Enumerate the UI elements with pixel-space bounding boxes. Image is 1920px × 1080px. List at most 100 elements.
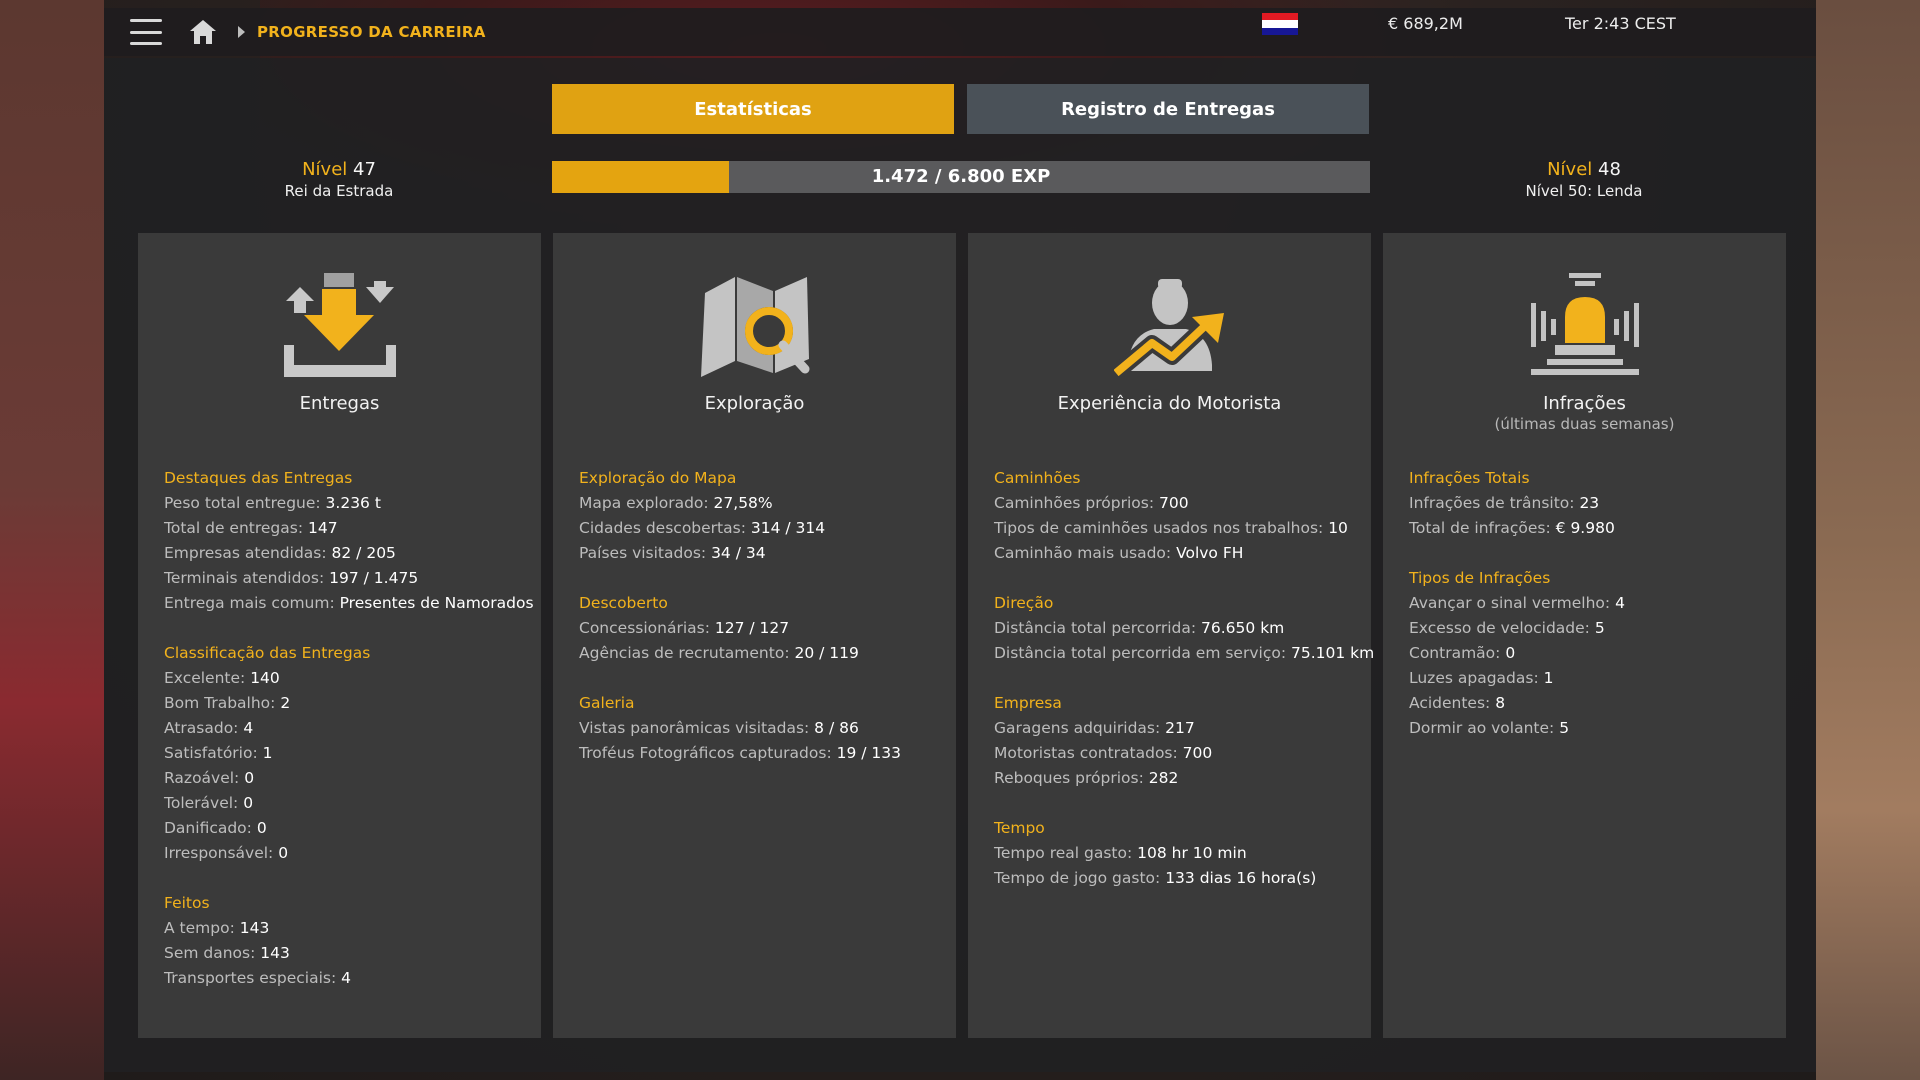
delivery-icon bbox=[283, 273, 396, 377]
menu-icon[interactable] bbox=[130, 19, 162, 45]
stat-label: Entrega mais comum: bbox=[164, 594, 340, 612]
stat-label: Contramão: bbox=[1409, 644, 1506, 662]
stat-value: 140 bbox=[250, 669, 280, 687]
stat-value: 143 bbox=[260, 944, 290, 962]
section-title: Empresa bbox=[994, 694, 1062, 712]
stat-row: Terminais atendidos: 197 / 1.475 bbox=[164, 566, 533, 591]
tab-statistics[interactable]: Estatísticas bbox=[552, 84, 954, 134]
home-icon[interactable] bbox=[188, 18, 218, 46]
tab-delivery-log[interactable]: Registro de Entregas bbox=[967, 84, 1369, 134]
stat-label: Troféus Fotográficos capturados: bbox=[579, 744, 837, 762]
stat-row: Sem danos: 143 bbox=[164, 941, 533, 966]
section-title: Feitos bbox=[164, 894, 210, 912]
stat-value: 5 bbox=[1594, 619, 1605, 637]
breadcrumb-chevron-icon bbox=[238, 26, 245, 38]
stat-row: Dormir ao volante: 5 bbox=[1409, 716, 1778, 741]
stat-row: Atrasado: 4 bbox=[164, 716, 533, 741]
stat-row: Danificado: 0 bbox=[164, 816, 533, 841]
stat-label: Excesso de velocidade: bbox=[1409, 619, 1595, 637]
stat-label: Distância total percorrida: bbox=[994, 619, 1202, 637]
siren-icon bbox=[1530, 273, 1639, 375]
section-title: Destaques das Entregas bbox=[164, 469, 353, 487]
stat-label: Países visitados: bbox=[579, 544, 712, 562]
stat-value: 282 bbox=[1148, 769, 1179, 787]
stat-row: Transportes especiais: 4 bbox=[164, 966, 533, 991]
breadcrumb[interactable]: PROGRESSO DA CARREIRA bbox=[257, 23, 486, 41]
panel-title: Experiência do Motorista bbox=[1057, 393, 1282, 414]
section-title: Infrações Totais bbox=[1409, 469, 1530, 487]
stat-value: 20 / 119 bbox=[794, 644, 859, 662]
stat-label: Garagens adquiridas: bbox=[994, 719, 1166, 737]
stat-label: Peso total entregue: bbox=[164, 494, 326, 512]
panel-subtitle: (últimas duas semanas) bbox=[1494, 415, 1675, 433]
stat-value: 197 / 1.475 bbox=[329, 569, 419, 587]
stat-label: Cidades descobertas: bbox=[579, 519, 751, 537]
next-level-label: Nível bbox=[1547, 159, 1593, 180]
current-level-label: Nível bbox=[302, 159, 348, 180]
stat-value: € 9.980 bbox=[1555, 519, 1615, 537]
stat-row: Avançar o sinal vermelho: 4 bbox=[1409, 591, 1778, 616]
stat-value: 19 / 133 bbox=[836, 744, 901, 762]
section-title: Descoberto bbox=[579, 594, 668, 612]
stat-value: 0 bbox=[278, 844, 289, 862]
stat-row: Luzes apagadas: 1 bbox=[1409, 666, 1778, 691]
stat-label: Caminhões próprios: bbox=[994, 494, 1159, 512]
stat-value: 75.101 km bbox=[1290, 644, 1375, 662]
game-clock: Ter 2:43 CEST bbox=[1565, 14, 1676, 33]
xp-progress-bar: 1.472 / 6.800 EXP bbox=[552, 161, 1370, 193]
stat-value: 8 bbox=[1495, 694, 1506, 712]
panel-title: Infrações bbox=[1543, 393, 1626, 414]
stat-label: Tolerável: bbox=[164, 794, 244, 812]
stat-value: 0 bbox=[1505, 644, 1516, 662]
xp-progress-text: 1.472 / 6.800 EXP bbox=[871, 166, 1051, 187]
map-search-icon bbox=[700, 277, 809, 377]
stat-value: 4 bbox=[341, 969, 351, 987]
stat-row: Bom Trabalho: 2 bbox=[164, 691, 533, 716]
stat-label: Reboques próprios: bbox=[994, 769, 1149, 787]
stat-row: Empresas atendidas: 82 / 205 bbox=[164, 541, 533, 566]
stat-value: 133 dias 16 hora(s) bbox=[1165, 869, 1317, 887]
stat-value: 3.236 t bbox=[325, 494, 381, 512]
stat-row: Troféus Fotográficos capturados: 19 / 13… bbox=[579, 741, 948, 766]
stat-value: 76.650 km bbox=[1201, 619, 1285, 637]
background-right bbox=[1816, 0, 1920, 1080]
stat-row: Satisfatório: 1 bbox=[164, 741, 533, 766]
stat-label: Sem danos: bbox=[164, 944, 261, 962]
stat-value: 0 bbox=[256, 819, 267, 837]
stat-row: Infrações de trânsito: 23 bbox=[1409, 491, 1778, 516]
stat-row: Irresponsável: 0 bbox=[164, 841, 533, 866]
panel-title: Exploração bbox=[704, 393, 805, 414]
next-level-title: Nível 50: Lenda bbox=[1525, 182, 1643, 200]
stat-row: Mapa explorado: 27,58% bbox=[579, 491, 948, 516]
stat-row: Caminhão mais usado: Volvo FH bbox=[994, 541, 1363, 566]
stat-value: 23 bbox=[1579, 494, 1600, 512]
stat-value: 4 bbox=[243, 719, 254, 737]
section-title: Galeria bbox=[579, 694, 635, 712]
stat-row: Total de infrações: € 9.980 bbox=[1409, 516, 1778, 541]
stat-value: 34 / 34 bbox=[711, 544, 766, 562]
stat-value: 108 hr 10 min bbox=[1137, 844, 1247, 862]
stat-label: Transportes especiais: bbox=[164, 969, 342, 987]
stat-row: Distância total percorrida: 76.650 km bbox=[994, 616, 1363, 641]
stat-row: Garagens adquiridas: 217 bbox=[994, 716, 1363, 741]
stat-value: 27,58% bbox=[713, 494, 773, 512]
stat-value: 5 bbox=[1559, 719, 1570, 737]
driver-experience-panel: Experiência do Motorista Caminhões Camin… bbox=[968, 233, 1375, 1038]
stat-value: 143 bbox=[239, 919, 270, 937]
stat-value: 0 bbox=[243, 794, 254, 812]
stat-value: 82 / 205 bbox=[331, 544, 396, 562]
stat-label: Atrasado: bbox=[164, 719, 244, 737]
stat-value: 217 bbox=[1165, 719, 1195, 737]
panel-title: Entregas bbox=[299, 393, 380, 414]
stat-row: Contramão: 0 bbox=[1409, 641, 1778, 666]
section-title: Caminhões bbox=[994, 469, 1081, 487]
stat-row: Tolerável: 0 bbox=[164, 791, 533, 816]
current-level-title: Rei da Estrada bbox=[284, 182, 394, 200]
next-level: Nível 48 Nível 50: Lenda bbox=[1454, 159, 1714, 200]
stat-label: Avançar o sinal vermelho: bbox=[1409, 594, 1616, 612]
stat-value: 700 bbox=[1158, 494, 1189, 512]
stat-value: 4 bbox=[1615, 594, 1625, 612]
stat-label: Irresponsável: bbox=[164, 844, 279, 862]
stat-row: Reboques próprios: 282 bbox=[994, 766, 1363, 791]
exploration-panel: Exploração Exploração do Mapa Mapa explo… bbox=[553, 233, 956, 1038]
